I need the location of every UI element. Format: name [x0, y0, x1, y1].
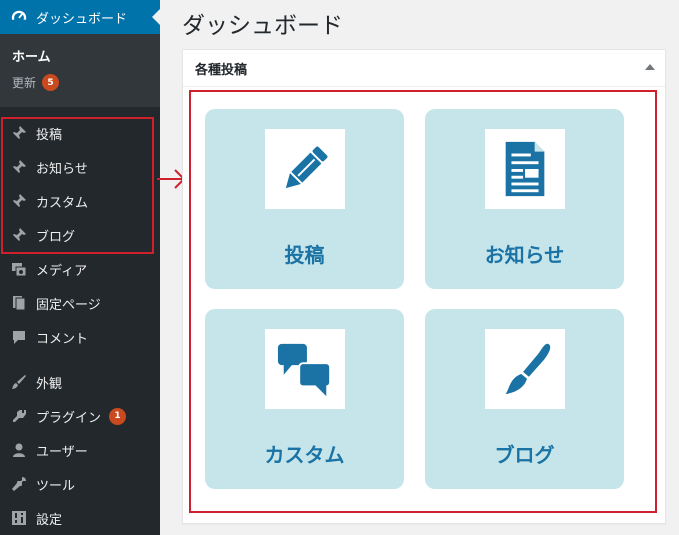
widget-header[interactable]: 各種投稿 — [183, 50, 665, 87]
dashboard-submenu: ホーム 更新 5 — [0, 34, 160, 107]
sidebar-item-tools[interactable]: ツール — [0, 468, 160, 500]
sidebar-item-custom[interactable]: カスタム — [0, 185, 160, 217]
plugin-icon — [10, 407, 28, 425]
sidebar-item-comments[interactable]: コメント — [0, 321, 160, 353]
sidebar-item-label: ダッシュボード — [36, 11, 128, 27]
sidebar-item-label: ブログ — [36, 229, 76, 245]
document-icon — [484, 129, 565, 209]
collapse-toggle-icon[interactable] — [645, 64, 655, 70]
sidebar-item-label: ツール — [36, 478, 76, 494]
sidebar-item-label: 投稿 — [36, 127, 63, 143]
plugin-update-badge: 1 — [109, 407, 127, 425]
sidebar-item-media[interactable]: メディア — [0, 253, 160, 285]
post-types-widget: 各種投稿 投稿 お知らせ カスタム ブログ — [182, 49, 666, 524]
pin-icon — [10, 158, 28, 176]
submenu-updates[interactable]: 更新 5 — [12, 74, 60, 91]
sidebar-item-label: メディア — [36, 263, 88, 279]
update-count-badge: 5 — [42, 74, 60, 91]
sidebar-item-posts[interactable]: 投稿 — [0, 117, 160, 149]
sidebar-item-plugins[interactable]: プラグイン 1 — [0, 400, 160, 432]
comment-icon — [10, 328, 28, 346]
sidebar-item-label: 固定ページ — [36, 297, 101, 313]
dashboard-gauge-icon — [10, 8, 28, 26]
tiles-highlight-box: 投稿 お知らせ カスタム ブログ — [189, 90, 657, 513]
widget-title: 各種投稿 — [195, 62, 248, 78]
sidebar-item-label: プラグイン — [36, 410, 102, 426]
pin-icon — [10, 192, 28, 210]
sidebar-item-appearance[interactable]: 外観 — [0, 366, 160, 398]
tile-label: 投稿 — [284, 243, 325, 267]
submenu-updates-label: 更新 — [12, 76, 37, 90]
sidebar-item-label: コメント — [36, 331, 89, 347]
pin-icon — [10, 226, 28, 244]
page-title: ダッシュボード — [182, 13, 343, 39]
tile-posts[interactable]: 投稿 — [205, 109, 404, 289]
tool-icon — [10, 475, 28, 493]
sidebar-item-settings[interactable]: 設定 — [0, 502, 160, 534]
page-icon — [10, 294, 28, 312]
sidebar-item-label: ユーザー — [36, 444, 88, 460]
tile-label: ブログ — [494, 443, 555, 467]
sidebar-item-label: カスタム — [36, 195, 89, 211]
tile-blog[interactable]: ブログ — [425, 309, 624, 489]
admin-sidebar: ダッシュボード ホーム 更新 5 投稿 お知らせ カスタム ブログ メディア 固… — [0, 0, 160, 535]
submenu-home[interactable]: ホーム — [12, 46, 51, 65]
active-indicator-arrow — [152, 9, 160, 25]
sidebar-item-dashboard[interactable]: ダッシュボード — [0, 0, 160, 34]
speech-bubbles-icon — [264, 329, 345, 409]
sidebar-item-users[interactable]: ユーザー — [0, 434, 160, 466]
media-icon — [10, 260, 28, 278]
tile-label: カスタム — [264, 443, 345, 467]
tile-custom[interactable]: カスタム — [205, 309, 404, 489]
sidebar-item-blog[interactable]: ブログ — [0, 219, 160, 251]
appearance-icon — [10, 373, 28, 391]
settings-icon — [10, 509, 28, 527]
sidebar-item-pages[interactable]: 固定ページ — [0, 287, 160, 319]
user-icon — [10, 441, 28, 459]
sidebar-item-news[interactable]: お知らせ — [0, 151, 160, 183]
sidebar-item-label: 設定 — [36, 512, 63, 528]
wp-admin-screen: ダッシュボード ホーム 更新 5 投稿 お知らせ カスタム ブログ メディア 固… — [0, 0, 679, 535]
tile-label: お知らせ — [484, 243, 565, 267]
sidebar-item-label: お知らせ — [36, 161, 88, 177]
paintbrush-icon — [484, 329, 565, 409]
sidebar-item-label: 外観 — [36, 376, 63, 392]
pin-icon — [10, 124, 28, 142]
pencil-icon — [264, 129, 345, 209]
tile-news[interactable]: お知らせ — [425, 109, 624, 289]
